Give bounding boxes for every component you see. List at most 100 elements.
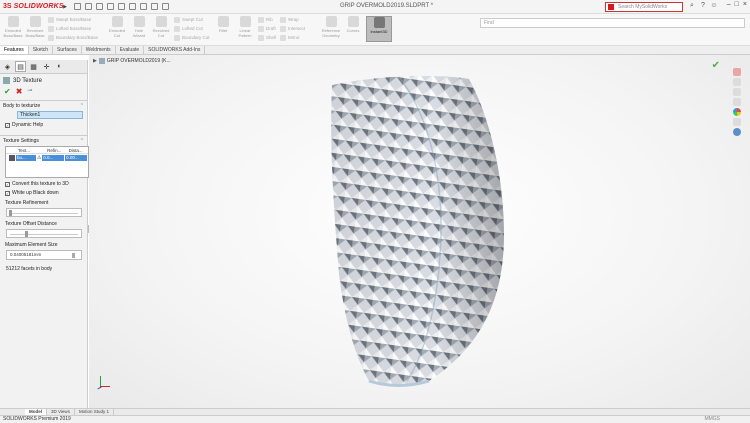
max-element-field[interactable]: 0.04005181mm [6,250,82,260]
boundary-cut-button[interactable]: Boundary Cut [174,34,210,41]
tab-evaluate[interactable]: Evaluate [116,46,145,54]
property-manager: ◈ ▤ ▦ ✛ ◐ 3D Texture ✔ ✖ ⊸ Body to textu… [0,60,89,408]
dynamic-help-row[interactable]: ✓ Dynamic Help [5,122,84,128]
rebuild-icon[interactable] [151,3,158,10]
z-axis-icon [97,386,103,390]
convert-row[interactable]: ✓ Convert this texture to 3D [5,181,84,187]
tab-weldments[interactable]: Weldments [82,46,116,54]
rib-button[interactable]: Rib [258,16,276,23]
max-element-label: Maximum Element Size [5,242,58,248]
dynamic-help-checkbox[interactable]: ✓ [5,122,10,128]
linear-pattern-button[interactable]: Linear Pattern [236,16,254,42]
dimxpert-tab-icon[interactable]: ✛ [41,61,52,72]
user-icon[interactable]: ☺ [710,2,718,10]
textured-part-model[interactable] [89,55,750,408]
feature-tree-tab-icon[interactable]: ◈ [2,61,13,72]
select-icon[interactable] [140,3,147,10]
intersect-button[interactable]: Intersect [280,25,305,32]
cut-small-commands: Swept Cut Lofted Cut Boundary Cut [174,16,210,42]
refinement-slider[interactable] [6,208,82,217]
maximize-icon[interactable]: □ [735,1,739,8]
mirror-button[interactable]: Mirror [280,34,305,41]
configuration-tab-icon[interactable]: ▦ [28,61,39,72]
draft-button[interactable]: Draft [258,25,276,32]
mysolidworks-globe-icon[interactable] [733,128,741,136]
design-library-icon[interactable] [733,88,741,96]
convert-checkbox[interactable]: ✓ [5,181,10,187]
extruded-cut-icon [111,16,123,27]
title-help-icons: ⌕ ? ☺ [688,2,718,10]
fillet-button[interactable]: Fillet [214,16,232,42]
texture-table: Text... Refin... Dista... bu... ⚠ 0.0...… [5,146,89,178]
distance-cell[interactable]: 0.00... [65,154,87,161]
offset-slider[interactable] [6,229,82,238]
appearances-icon[interactable] [733,108,741,116]
reference-geometry-button[interactable]: Reference Geometry [322,16,340,42]
extruded-cut-button[interactable]: Extruded Cut [108,16,126,42]
boundary-boss-button[interactable]: Boundary Boss/Base [48,34,98,41]
slider-thumb[interactable] [25,231,28,237]
texture-cell[interactable]: bu... [15,154,36,161]
features-small-commands: Rib Draft Shell [258,16,276,42]
minimize-icon[interactable]: – [727,1,731,8]
pin-icon[interactable]: ⊸ [27,87,32,96]
undo-icon[interactable] [129,3,136,10]
white-up-row[interactable]: ✓ White up Black down [5,190,84,196]
tab-features[interactable]: Features [0,46,29,54]
new-document-icon[interactable] [85,3,92,10]
close-icon[interactable]: × [743,1,747,8]
confirm-row: ✔ ✖ ⊸ [0,85,87,98]
status-units[interactable]: MMGS [704,416,720,423]
print-icon[interactable] [118,3,125,10]
slider-thumb[interactable] [9,210,12,216]
solidworks-logo[interactable]: 3S SOLIDWORKS [0,0,64,14]
close-pane-icon[interactable] [733,68,741,76]
find-input[interactable]: Find [480,18,745,28]
hole-wizard-button[interactable]: Hole Wizard [130,16,148,42]
collapse-chevron-icon[interactable]: ⌃ [80,138,84,144]
tab-sketch[interactable]: Sketch [29,46,54,54]
slider-thumb[interactable] [72,253,75,258]
open-icon[interactable] [96,3,103,10]
column-texture: Text... [18,148,31,153]
shell-button[interactable]: Shell [258,34,276,41]
tab-surfaces[interactable]: Surfaces [53,46,82,54]
revolved-cut-button[interactable]: Revolved Cut [152,16,170,42]
search-input[interactable]: Search MySolidWorks [605,2,683,12]
body-selection-field[interactable]: Thicken1 [17,111,83,119]
extruded-boss-button[interactable]: Extruded Boss/Base [3,16,23,42]
home-icon[interactable] [74,3,81,10]
options-icon[interactable] [162,3,169,10]
resources-icon[interactable] [733,78,741,86]
table-row[interactable]: bu... ⚠ 0.0... 0.00... [6,154,88,161]
tab-addins[interactable]: SOLIDWORKS Add-Ins [144,46,206,54]
properties-icon[interactable] [733,118,741,126]
body-section-header[interactable]: Body to texturize ⌃ [3,103,84,109]
curves-button[interactable]: Curves [344,16,362,42]
file-explorer-icon[interactable] [733,98,741,106]
revolved-boss-button[interactable]: Revolved Boss/Base [25,16,45,42]
property-manager-tab-icon[interactable]: ▤ [15,61,26,72]
wrap-button[interactable]: Wrap [280,16,305,23]
texture-settings-header[interactable]: Texture Settings ⌃ [3,138,84,144]
collapse-chevron-icon[interactable]: ⌃ [80,103,84,109]
lofted-cut-button[interactable]: Lofted Cut [174,25,210,32]
swept-boss-button[interactable]: Swept Boss/Base [48,16,98,23]
graphics-area[interactable]: ▶ GRIP OVERMOLD2019 (K... ✔ [89,55,750,408]
white-up-checkbox[interactable]: ✓ [5,190,10,196]
linear-pattern-icon [239,16,251,27]
save-icon[interactable] [107,3,114,10]
display-manager-tab-icon[interactable]: ◐ [54,61,65,72]
ds-logo-icon: 3S [3,3,12,10]
document-title: GRIP OVERMOLD2019.SLDPRT * [340,3,434,9]
swept-cut-button[interactable]: Swept Cut [174,16,210,23]
search-icon[interactable]: ⌕ [688,2,696,10]
refinement-cell[interactable]: 0.0... [42,154,65,161]
help-icon[interactable]: ? [699,2,707,10]
menu-expand-icon[interactable]: ▶ [62,0,68,14]
ok-check-icon[interactable]: ✔ [4,87,11,96]
lofted-boss-button[interactable]: Lofted Boss/Base [48,25,98,32]
manager-tabs: ◈ ▤ ▦ ✛ ◐ [0,60,87,74]
instant3d-button[interactable]: Instant3D [366,16,392,42]
cancel-x-icon[interactable]: ✖ [16,87,23,96]
